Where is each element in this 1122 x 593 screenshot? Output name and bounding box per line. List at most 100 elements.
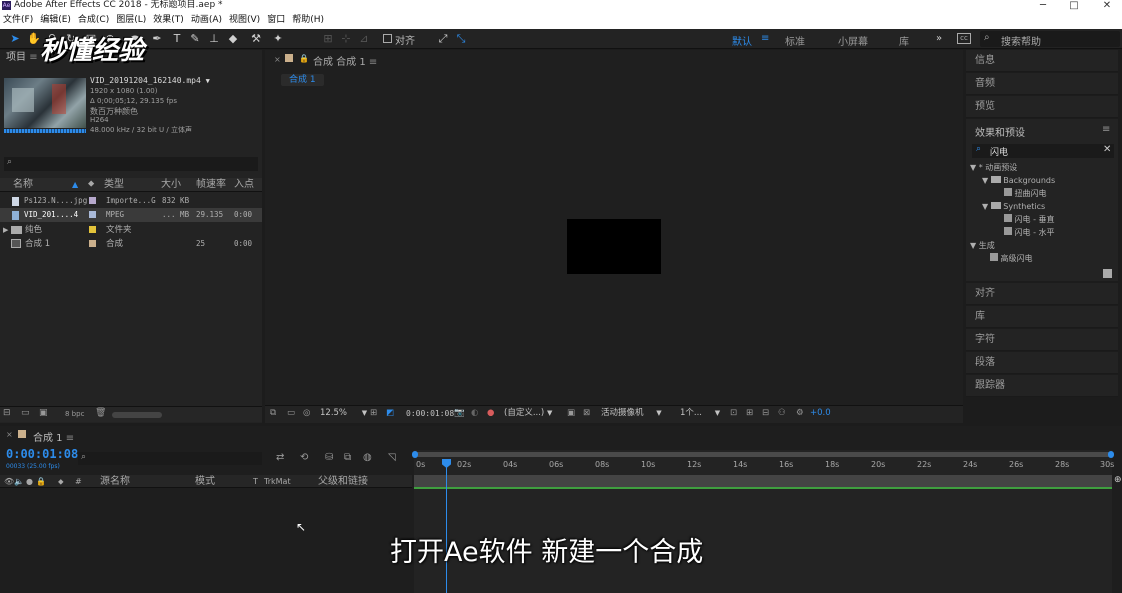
tree-item-lightning-horizontal[interactable]: 闪电 - 水平 [1004,227,1055,239]
menu-help[interactable]: 帮助(H) [289,12,328,28]
label-color-icon[interactable] [89,197,96,204]
tree-animation-presets[interactable]: ▼ * 动画预设 [970,162,1017,174]
timeline-search-input[interactable]: ⌕ [78,452,262,465]
panel-paragraph[interactable]: 段落 [966,352,1118,374]
effects-search-input[interactable]: ⌕ 闪电 ✕ [972,144,1114,158]
label-color-icon[interactable] [89,226,96,233]
workspace-standard[interactable]: 标准 [785,33,805,48]
always-preview-icon[interactable]: ⧉ [270,407,276,420]
col-mode[interactable]: 模式 [195,475,215,488]
panel-align[interactable]: 对齐 [966,283,1118,305]
maximize-button[interactable]: □ [1057,0,1091,12]
panel-menu-icon[interactable]: ≡ [1102,124,1110,135]
workspace-default[interactable]: 默认 [732,33,752,48]
label-color-icon[interactable] [89,211,96,218]
menu-composition[interactable]: 合成(C) [75,12,113,28]
brush-tool-icon[interactable]: ✎ [188,32,202,46]
col-type[interactable]: 类型 [104,178,124,191]
timeline-timecode[interactable]: 0:00:01:08 [6,447,78,461]
work-area-bar[interactable] [412,451,1114,458]
view-axis-icon[interactable]: ⊿ [357,32,371,46]
sync-settings-icon[interactable]: cc [957,33,971,44]
panel-library[interactable]: 库 [966,306,1118,328]
workspace-library[interactable]: 库 [899,33,909,48]
clear-search-icon[interactable]: ✕ [1103,144,1111,155]
col-in[interactable]: 入点 [234,178,254,191]
resolution-select[interactable]: (自定义...) ▼ [504,407,552,420]
pen-tool-icon[interactable]: ✒ [150,32,164,46]
timeline-tab[interactable]: 合成 1 ≡ [33,429,74,444]
comp-tab-label[interactable]: 合成 合成 1 ≡ [313,53,377,68]
project-row[interactable]: ▶ 纯色 文件夹 [0,223,262,237]
workspace-small-screen[interactable]: 小屏幕 [838,33,868,48]
trash-icon[interactable]: 🗑 [95,408,106,418]
camera-select[interactable]: 活动摄像机 ▼ [601,407,662,420]
panel-menu-icon[interactable]: ≡ [369,57,377,68]
graph-editor-icon[interactable]: ◹ [388,452,396,463]
tree-item-advanced-lightning[interactable]: 高级闪电 [990,253,1033,265]
puppet-tool-icon[interactable]: ✦ [271,32,285,46]
tree-item-lightning-vertical[interactable]: 闪电 - 垂直 [1004,214,1055,226]
sort-ascending-icon[interactable]: ▲ [72,178,78,191]
motion-blur-icon[interactable]: ◍ [363,452,372,463]
snapshot-icon[interactable]: 📷 [454,407,465,420]
project-row[interactable]: VID_201....4 MPEG ... MB 29.135 0:00 [0,208,262,222]
work-area-end-handle[interactable] [1108,451,1114,458]
work-area-start-handle[interactable] [412,451,418,458]
menu-window[interactable]: 窗口 [264,12,289,28]
close-button[interactable]: ✕ [1090,0,1122,12]
draft-3d-icon[interactable]: ⟲ [300,452,308,463]
audio-speaker-icon[interactable]: 🔈 [14,475,24,488]
toggle-grid-icon[interactable]: ⊠ [583,407,590,420]
new-composition-icon[interactable]: ▣ [39,408,48,418]
snap-options-icon[interactable]: ⤡ [454,32,468,46]
fast-preview-icon[interactable]: ⊡ [730,407,737,420]
close-tab-icon[interactable]: × [6,430,13,439]
tree-synthetics[interactable]: ▼ Synthetics [982,201,1045,213]
toggle-mask-icon[interactable]: ⊞ [746,407,753,420]
exposure-value[interactable]: +0.0 [810,407,831,420]
type-tool-icon[interactable]: T [170,32,184,46]
menu-layer[interactable]: 图层(L) [113,12,150,28]
project-row[interactable]: 合成 1 合成 25 0:00 [0,237,262,251]
col-parent[interactable]: 父级和链接 [318,475,368,488]
solo-dot-icon[interactable]: ● [26,475,33,488]
panel-character[interactable]: 字符 [966,329,1118,351]
bpc-label[interactable]: 8 bpc [65,410,84,418]
help-search-input[interactable]: ⌕ 搜索帮助 [980,31,1120,48]
views-select[interactable]: 1个... ▼ [680,407,720,420]
col-fps[interactable]: 帧速率 [196,178,226,191]
color-channels-icon[interactable]: ● [487,407,494,420]
comp-breadcrumb[interactable]: 合成 1 [281,74,324,86]
panel-tracker[interactable]: 跟踪器 [966,375,1118,397]
frame-blending-icon[interactable]: ⧉ [344,452,351,463]
workspace-more-icon[interactable]: » [936,33,942,44]
show-snapshot-icon[interactable]: ◐ [471,407,478,420]
panel-preview[interactable]: 预览 [966,96,1118,118]
hand-tool-icon[interactable]: ✋ [27,32,41,46]
menu-view[interactable]: 视图(V) [226,12,264,28]
project-search-input[interactable]: ⌕ [4,157,258,171]
menu-animation[interactable]: 动画(A) [188,12,226,28]
eraser-tool-icon[interactable]: ◆ [226,32,240,46]
comp-mini-flowchart-icon[interactable]: ⇄ [276,452,284,463]
timeline-zoom-icon[interactable]: ⊕ [1114,475,1122,489]
viewer-timecode[interactable]: 0:00:01:08 [406,407,454,420]
label-tag-icon[interactable]: ⬥ [88,178,94,191]
layer-number-icon[interactable]: # [75,475,82,488]
transparency-grid-icon[interactable]: ◩ [386,407,394,420]
world-axis-icon[interactable]: ⊹ [339,32,353,46]
lock-icon[interactable]: 🔒 [36,475,46,488]
reset-exposure-icon[interactable]: ⚙ [796,407,804,420]
menu-edit[interactable]: 编辑(E) [37,12,75,28]
zoom-select[interactable]: 12.5% ▼ [320,407,367,420]
visibility-eye-icon[interactable]: 👁 [4,475,14,488]
shy-layers-icon[interactable]: ⛁ [325,452,333,463]
tree-backgrounds[interactable]: ▼ Backgrounds [982,175,1055,187]
current-time-indicator[interactable] [446,460,447,593]
3d-view-icon[interactable]: ⊟ [762,407,769,420]
close-tab-icon[interactable]: × [274,55,281,64]
project-row[interactable]: Ps123.N....jpg Importe...G 832 KB [0,194,262,208]
new-folder-icon[interactable]: ▭ [21,408,30,418]
timeline-navigator[interactable] [414,475,1112,487]
